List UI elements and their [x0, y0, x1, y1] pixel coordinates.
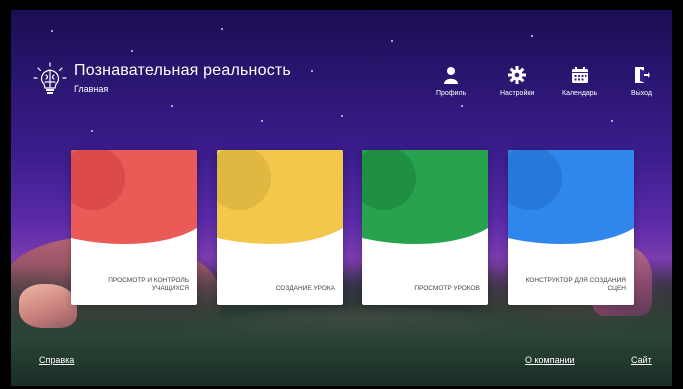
calendar-icon: [571, 67, 588, 83]
door-exit-icon: [635, 67, 651, 83]
card-view-lessons-artwork: [362, 150, 488, 305]
card-create-lesson[interactable]: СОЗДАНИЕ УРОКА: [217, 150, 343, 305]
nav-settings-button[interactable]: Настройки: [500, 66, 534, 97]
site-link[interactable]: Сайт: [631, 355, 652, 365]
about-company-link[interactable]: О компании: [525, 355, 575, 365]
card-view-lessons[interactable]: ПРОСМОТР УРОКОВ: [362, 150, 488, 305]
nav-profile-label: Профиль: [436, 90, 467, 97]
nav-exit-button[interactable]: Выход: [631, 66, 652, 97]
card-students-label: ПРОСМОТР И КОНТРОЛЬ УЧАЩИХСЯ: [108, 277, 189, 292]
card-students[interactable]: ПРОСМОТР И КОНТРОЛЬ УЧАЩИХСЯ: [71, 150, 197, 305]
lightbulb-brain-icon: [33, 62, 67, 96]
nav-profile-button[interactable]: Профиль: [436, 66, 466, 97]
card-view-lessons-label: ПРОСМОТР УРОКОВ: [414, 285, 480, 292]
page-subtitle: Главная: [74, 84, 109, 94]
app-title: Познавательная реальность: [74, 62, 291, 79]
user-icon: [444, 67, 459, 84]
nav-calendar-button[interactable]: Календарь: [562, 66, 597, 97]
card-create-lesson-label: СОЗДАНИЕ УРОКА: [275, 285, 335, 292]
nav-exit-label: Выход: [631, 90, 652, 97]
card-scene-builder-label: КОНСТРУКТОР ДЛЯ СОЗДАНИЯ СЦЕН: [525, 277, 626, 292]
app-window: Познавательная реальность Главная Профил…: [11, 10, 672, 386]
card-scene-builder[interactable]: КОНСТРУКТОР ДЛЯ СОЗДАНИЯ СЦЕН: [508, 150, 634, 305]
nav-calendar-label: Календарь: [562, 90, 598, 97]
help-link[interactable]: Справка: [39, 355, 74, 365]
nav-settings-label: Настройки: [500, 90, 535, 97]
card-create-lesson-artwork: [217, 150, 343, 305]
gear-icon: [508, 66, 527, 84]
